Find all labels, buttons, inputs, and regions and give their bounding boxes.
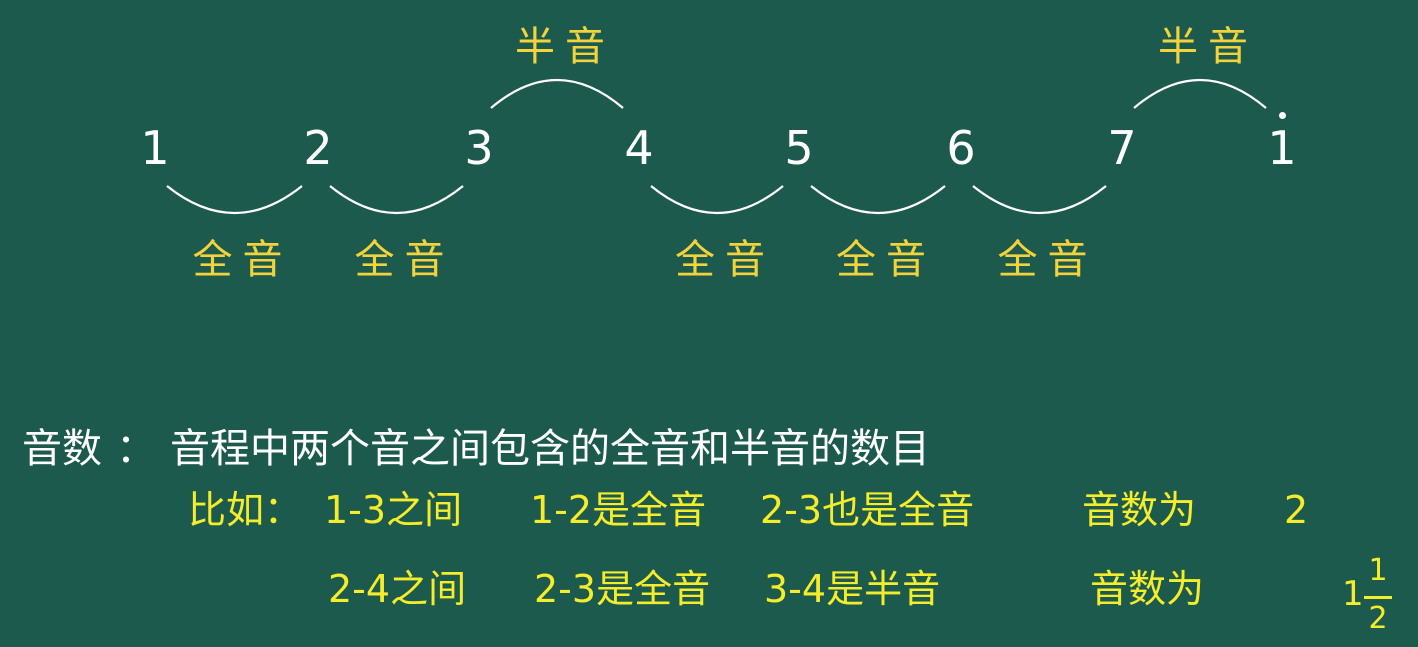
scale-diagram: 1 2 3 4 5 6 7 1 全音 全音 半音 全音 全音 全音 半音	[0, 0, 1418, 647]
interval-label-5: 全音	[836, 237, 936, 283]
interval-label-6: 全音	[997, 237, 1098, 283]
fraction-numerator: 1	[1368, 553, 1388, 588]
example-2-range: 2-4之间	[328, 567, 467, 611]
interval-label-2: 全音	[354, 237, 455, 283]
interval-label-3: 半音	[515, 24, 615, 70]
scale-note-4: 4	[624, 121, 654, 175]
whole-step-arc-5	[810, 185, 946, 214]
fraction-denominator: 2	[1368, 601, 1388, 636]
fraction-bar	[1364, 596, 1392, 599]
example-1-step1: 1-2是全音	[530, 488, 707, 532]
whole-step-arc-4	[650, 185, 784, 214]
example-2-result-fraction: 1 1 2	[1342, 554, 1394, 640]
scale-note-7: 7	[1107, 121, 1137, 175]
example-1-result-label: 音数为	[1082, 488, 1197, 532]
scale-note-3: 3	[464, 121, 494, 175]
interval-arcs	[166, 79, 1267, 214]
example-2-result-label: 音数为	[1090, 567, 1205, 611]
scale-note-5: 5	[784, 121, 814, 175]
half-step-arc-7	[1133, 79, 1267, 109]
example-1-step2: 2-3也是全音	[760, 488, 975, 532]
scale-note-2: 2	[303, 121, 333, 175]
definition-term: 音数	[22, 426, 102, 472]
interval-label-4: 全音	[675, 237, 775, 283]
definition-colon: ：	[116, 426, 156, 472]
interval-label-1: 全音	[192, 237, 293, 283]
scale-note-1: 1	[140, 121, 170, 175]
example-1-range: 1-3之间	[324, 488, 463, 532]
whole-step-arc-1	[166, 185, 303, 214]
definition-text: 音程中两个音之间包含的全音和半音的数目	[170, 426, 930, 472]
example-1-lead: 比如：	[188, 488, 303, 532]
example-1-result-value: 2	[1284, 488, 1309, 532]
whole-step-arc-2	[329, 185, 464, 214]
scale-note-6: 6	[946, 121, 976, 175]
half-step-arc-3	[490, 79, 624, 109]
scale-note-8: 1	[1267, 121, 1297, 175]
fraction-whole: 1	[1342, 574, 1364, 614]
high-octave-dot	[1279, 112, 1286, 119]
example-2-step1: 2-3是全音	[534, 567, 711, 611]
whole-step-arc-6	[972, 185, 1107, 214]
example-2-step2: 3-4是半音	[764, 567, 941, 611]
definition-line: 音数 ： 音程中两个音之间包含的全音和半音的数目	[22, 423, 930, 475]
interval-label-7: 半音	[1158, 24, 1258, 70]
